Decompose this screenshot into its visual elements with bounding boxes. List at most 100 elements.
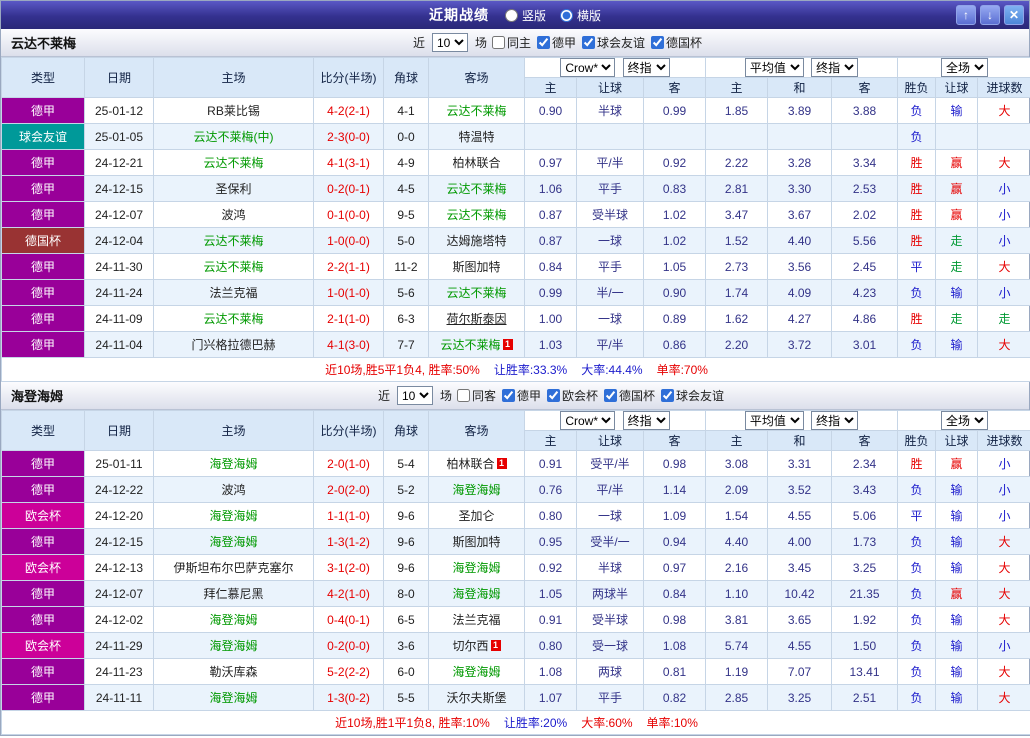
away-team: 云达不莱梅 [428, 279, 525, 306]
checkbox-input[interactable] [491, 36, 505, 49]
league-badge: 德甲 [1, 149, 85, 176]
col-odds-handicap: 让球 [576, 430, 644, 451]
away-team: 云达不莱梅 [428, 201, 525, 228]
checkbox-input[interactable] [651, 36, 665, 49]
avg-away: 3.25 [830, 554, 899, 581]
odds-handicap: 两球半 [576, 580, 644, 607]
avg-away [830, 123, 899, 150]
filter-checkbox[interactable]: 球会友谊 [582, 34, 645, 51]
checkbox-input[interactable] [604, 389, 618, 402]
col-avg-away: 客 [830, 77, 899, 98]
avg-away: 2.45 [830, 253, 899, 280]
away-team: 荷尔斯泰因 [428, 305, 525, 332]
close-button[interactable]: ✕ [1004, 5, 1024, 25]
filter-checkbox[interactable]: 德国杯 [651, 34, 702, 51]
avg-away: 1.73 [830, 528, 899, 555]
avg-away: 2.34 [830, 450, 899, 477]
recent-count-select[interactable]: 10 [431, 33, 468, 52]
checkbox-input[interactable] [547, 389, 561, 402]
odds-provider-select[interactable]: Crow* [560, 58, 616, 77]
match-date: 24-12-20 [84, 502, 154, 529]
team-name-text: 云达不莱梅 [203, 260, 264, 274]
avg-odds-select[interactable]: 平均值 [744, 58, 804, 77]
league-badge: 德国杯 [1, 227, 85, 254]
score-halftime: 2-3(0-0) [313, 123, 384, 150]
final-odds-select[interactable]: 终指 [622, 58, 670, 77]
result-cell: 负 [897, 658, 937, 685]
col-odds-away: 客 [643, 430, 706, 451]
match-row: 德甲 24-11-04 门兴格拉德巴赫 4-1(3-0) 7-7 云达不莱梅 1 1.03 平/… [1, 331, 1030, 358]
corner-score: 9-6 [383, 528, 429, 555]
avg-home: 5.74 [705, 632, 768, 659]
col-handicap-result: 让球 [935, 430, 979, 451]
scroll-up-button[interactable]: ↑ [956, 5, 976, 25]
corner-score: 4-1 [383, 97, 429, 124]
col-odds-handicap: 让球 [576, 77, 644, 98]
avg-final-select[interactable]: 终指 [811, 58, 859, 77]
checkbox-input[interactable] [502, 389, 515, 402]
filter-checkbox[interactable]: 欧会杯 [547, 387, 598, 404]
goals-result-cell: 大 [977, 606, 1030, 633]
match-date: 24-11-09 [84, 305, 154, 332]
corner-score: 0-0 [383, 123, 429, 150]
home-team: 勒沃库森 [153, 658, 314, 685]
avg-home: 3.81 [705, 606, 768, 633]
layout-radio[interactable]: 竖版 [504, 7, 546, 24]
final-odds-select[interactable]: 终指 [622, 411, 670, 430]
layout-radio[interactable]: 横版 [560, 7, 601, 24]
filter-checkboxes: 同主 德甲 球会友谊 德国杯 [491, 34, 702, 51]
avg-final-select[interactable]: 终指 [811, 411, 859, 430]
odds-away: 0.84 [643, 580, 706, 607]
team-name-text: 云达不莱梅 [203, 234, 264, 248]
team-name-text: 云达不莱梅 [203, 312, 264, 326]
filter-checkbox[interactable]: 球会友谊 [661, 387, 724, 404]
scroll-down-button[interactable]: ↓ [980, 5, 1000, 25]
match-row: 德甲 24-12-15 海登海姆 1-3(1-2) 9-6 斯图加特 0.95 受半/一 0.9… [1, 528, 1030, 555]
match-date: 24-11-29 [84, 632, 154, 659]
team-name-text: 法兰克福 [209, 286, 258, 300]
scope-select[interactable]: 全场 [941, 58, 989, 77]
filter-checkbox[interactable]: 德甲 [502, 387, 541, 404]
team-name-text: 斯图加特 [452, 260, 501, 274]
checkbox-label-text: 德国杯 [666, 36, 703, 50]
handicap-result-cell: 输 [935, 658, 979, 685]
match-row: 德甲 25-01-11 海登海姆 2-0(1-0) 5-4 柏林联合 1 0.91 受平/半 0.… [1, 450, 1030, 477]
filter-bar: 近 10 场 同主 德甲 球会友谊 德国杯 [86, 33, 1029, 52]
radio-input[interactable] [504, 8, 518, 22]
filter-checkbox[interactable]: 德甲 [537, 34, 576, 51]
scope-select[interactable]: 全场 [941, 411, 989, 430]
team-name-text: 海登海姆 [209, 535, 258, 549]
league-badge: 德甲 [1, 528, 85, 555]
odds-home: 0.95 [524, 528, 577, 555]
filter-checkbox[interactable]: 同主 [491, 34, 531, 51]
avg-home: 1.19 [705, 658, 768, 685]
recent-count-select[interactable]: 10 [396, 386, 433, 405]
avg-odds-select[interactable]: 平均值 [744, 411, 804, 430]
odds-provider-select[interactable]: Crow* [560, 411, 616, 430]
handicap-result-cell: 输 [935, 684, 979, 711]
avg-home: 3.08 [705, 450, 768, 477]
filter-checkbox[interactable]: 同客 [456, 387, 496, 404]
checkbox-input[interactable] [661, 389, 675, 402]
match-row: 欧会杯 24-11-29 海登海姆 0-2(0-0) 3-6 切尔西 1 0.80 受一球 1.0… [1, 632, 1030, 659]
checkbox-input[interactable] [456, 389, 470, 402]
odds-handicap: 半/一 [576, 279, 644, 306]
home-team: 云达不莱梅(中) [153, 123, 314, 150]
odds-handicap: 平手 [576, 175, 644, 202]
handicap-result-cell: 输 [935, 476, 979, 503]
avg-draw: 3.31 [767, 450, 832, 477]
filter-checkbox[interactable]: 德国杯 [604, 387, 655, 404]
avg-draw: 4.09 [767, 279, 832, 306]
odds-home: 1.00 [524, 305, 577, 332]
corner-score: 3-6 [383, 632, 429, 659]
home-team: 波鸿 [153, 201, 314, 228]
radio-input[interactable] [560, 8, 573, 22]
filter-checkboxes: 同客 德甲 欧会杯 德国杯 球会友谊 [456, 387, 724, 404]
away-team: 特温特 [428, 123, 525, 150]
recent-results-window: 近期战绩 竖版 横版 ↑ ↓ ✕ 云达不莱梅 近 10 场 同主 德甲 球会友谊 德国杯 [0, 0, 1030, 736]
avg-home: 1.54 [705, 502, 768, 529]
avg-away: 3.88 [830, 97, 899, 124]
checkbox-input[interactable] [582, 36, 596, 49]
home-team: 圣保利 [153, 175, 314, 202]
checkbox-input[interactable] [537, 36, 550, 49]
